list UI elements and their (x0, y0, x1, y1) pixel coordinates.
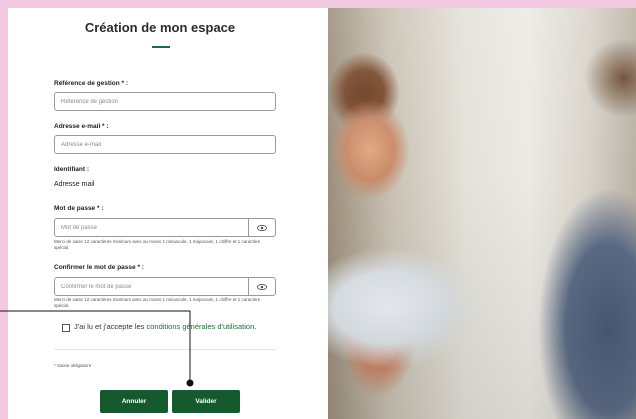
confirm-password-input[interactable] (54, 277, 249, 296)
cgu-link[interactable]: conditions générales d'utilisation (146, 322, 254, 331)
password-toggle-button[interactable] (248, 218, 276, 237)
signup-form-panel (8, 8, 328, 419)
hero-photo (328, 8, 636, 419)
page-title: Création de mon espace (84, 20, 236, 35)
title-underline (152, 46, 170, 48)
password-help: Merci de saisir 12 caractères minimum av… (54, 239, 261, 250)
eye-icon (257, 283, 267, 290)
divider (54, 349, 276, 350)
password-label: Mot de passe * : (54, 205, 104, 212)
cgu-suffix: . (254, 322, 257, 331)
confirm-label: Confirmer le mot de passe * : (54, 264, 144, 271)
cgu-text: J'ai lu et j'accepte les conditions géné… (74, 322, 256, 331)
email-input[interactable] (54, 135, 276, 154)
email-label: Adresse e-mail * : (54, 123, 109, 130)
password-input[interactable] (54, 218, 249, 237)
confirm-toggle-button[interactable] (248, 277, 276, 296)
required-note: * Saisie obligatoire (54, 363, 92, 368)
ref-input[interactable] (54, 92, 276, 111)
hero-photo-overlay (328, 8, 636, 419)
submit-button[interactable]: Valider (172, 390, 240, 413)
ref-label: Référence de gestion * : (54, 80, 129, 87)
cancel-button[interactable]: Annuler (100, 390, 168, 413)
cgu-checkbox[interactable] (62, 324, 70, 332)
cgu-prefix: J'ai lu et j'accepte les (74, 322, 147, 331)
confirm-help: Merci de saisir 12 caractères minimum av… (54, 297, 261, 308)
identifiant-value: Adresse mail (54, 181, 95, 188)
eye-icon (257, 224, 267, 231)
identifiant-label: Identifiant : (54, 166, 90, 173)
